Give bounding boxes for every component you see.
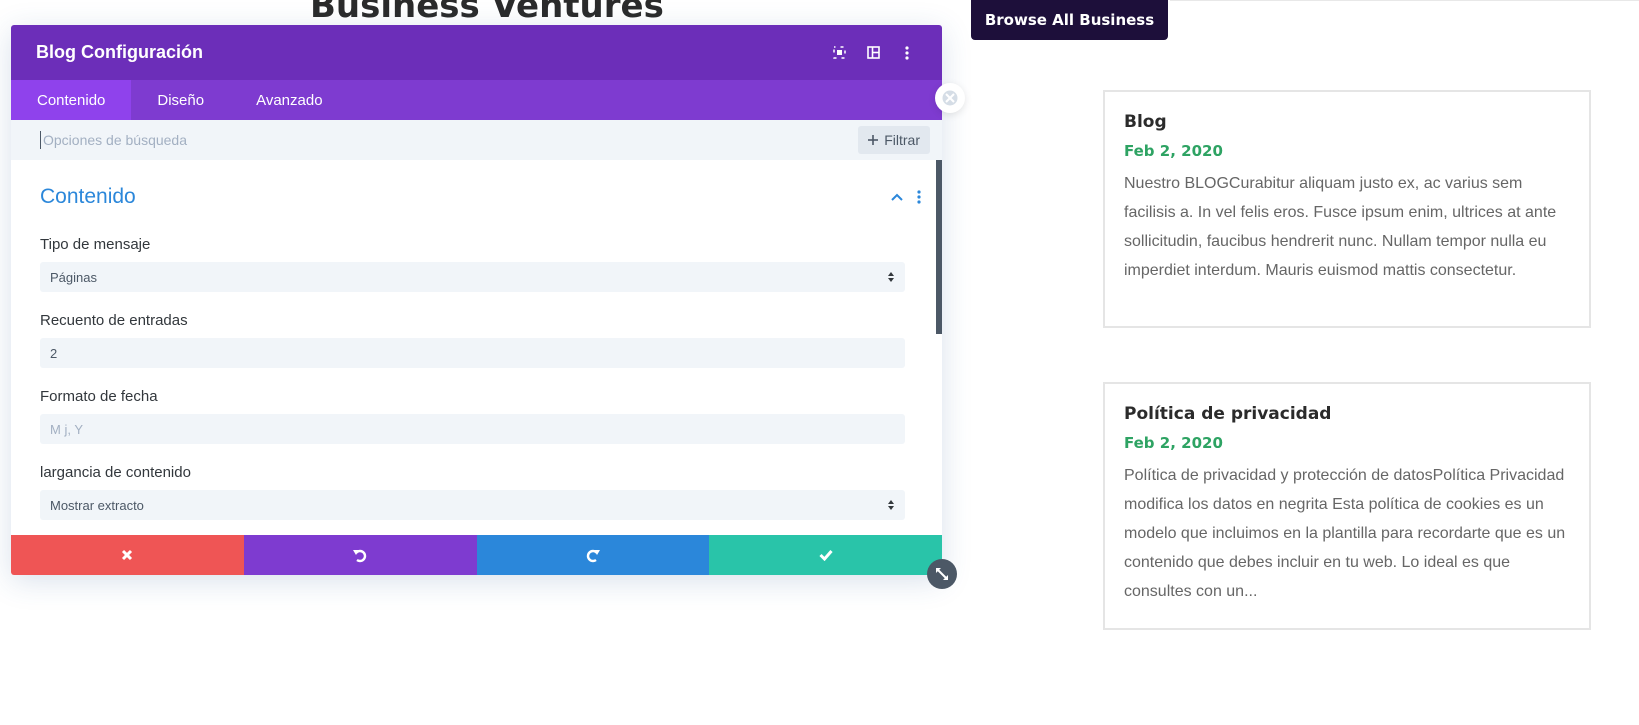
select-value: Páginas	[50, 269, 97, 285]
tab-diseno[interactable]: Diseño	[131, 80, 230, 120]
input-value: 2	[50, 345, 58, 361]
post-card-privacy: Política de privacidad Feb 2, 2020 Polít…	[1103, 382, 1591, 630]
section-header[interactable]: Contenido	[11, 160, 942, 216]
field-label: Recuento de entradas	[40, 312, 188, 329]
move-icon	[942, 90, 958, 106]
top-divider	[1170, 0, 1639, 1]
select-value: Mostrar extracto	[50, 497, 144, 513]
post-title[interactable]: Política de privacidad	[1124, 404, 1571, 424]
tab-avanzado[interactable]: Avanzado	[230, 80, 348, 120]
post-title[interactable]: Blog	[1124, 112, 1571, 132]
close-icon	[122, 549, 133, 561]
split-view-icon[interactable]	[863, 43, 883, 63]
plus-icon	[868, 135, 879, 145]
post-type-select[interactable]: Páginas	[40, 262, 905, 292]
post-date: Feb 2, 2020	[1124, 434, 1223, 452]
drag-handle[interactable]	[935, 83, 965, 113]
settings-content[interactable]: Contenido Tipo de mensaje Páginas Recuen…	[11, 160, 942, 532]
more-vertical-icon[interactable]	[897, 43, 917, 63]
redo-icon	[586, 549, 600, 563]
section-title: Contenido	[40, 185, 136, 208]
select-arrows-icon	[888, 272, 894, 282]
search-bar: Filtrar	[11, 120, 942, 160]
check-icon	[819, 550, 833, 561]
field-label: Formato de fecha	[40, 388, 158, 405]
post-excerpt: Nuestro BLOGCurabitur aliquam justo ex, …	[1124, 175, 1557, 279]
resize-icon	[936, 568, 948, 580]
post-card-blog: Blog Feb 2, 2020 Nuestro BLOGCurabitur a…	[1103, 90, 1591, 328]
modal-footer	[11, 535, 942, 575]
field-formato-de-fecha: Formato de fecha M j, Y	[11, 388, 942, 444]
input-placeholder: M j, Y	[50, 421, 83, 437]
modal-tabs: Contenido Diseño Avanzado	[11, 80, 942, 120]
discard-button[interactable]	[11, 535, 244, 575]
field-label: largancia de contenido	[40, 464, 191, 481]
date-format-input[interactable]: M j, Y	[40, 414, 905, 444]
select-arrows-icon	[888, 500, 894, 510]
page-heading: Business Ventures	[310, 0, 664, 26]
resize-handle[interactable]	[927, 559, 957, 589]
blog-settings-modal: Blog Configuración Contenido Diseño Avan…	[11, 25, 942, 575]
browse-all-business-button[interactable]: Browse All Business	[971, 0, 1168, 40]
search-input[interactable]	[40, 131, 859, 149]
field-label: Tipo de mensaje	[40, 236, 151, 253]
chevron-up-icon[interactable]	[891, 193, 903, 201]
post-excerpt: Política de privacidad y protección de d…	[1124, 467, 1566, 600]
filter-label: Filtrar	[884, 132, 920, 148]
fullscreen-icon[interactable]	[829, 43, 849, 63]
scrollbar[interactable]	[936, 160, 942, 334]
post-date: Feb 2, 2020	[1124, 142, 1223, 160]
redo-button[interactable]	[476, 535, 710, 575]
undo-button[interactable]	[243, 535, 477, 575]
save-button[interactable]	[709, 535, 942, 575]
filter-button[interactable]: Filtrar	[858, 126, 930, 154]
modal-header[interactable]: Blog Configuración	[11, 25, 942, 80]
undo-icon	[353, 549, 367, 563]
field-recuento-de-entradas: Recuento de entradas 2	[11, 312, 942, 368]
more-vertical-icon[interactable]	[917, 190, 921, 204]
field-largancia-de-contenido: largancia de contenido Mostrar extracto	[11, 464, 942, 520]
field-tipo-de-mensaje: Tipo de mensaje Páginas	[11, 236, 942, 292]
modal-title: Blog Configuración	[36, 42, 203, 62]
tab-contenido[interactable]: Contenido	[11, 80, 132, 120]
content-length-select[interactable]: Mostrar extracto	[40, 490, 905, 520]
post-count-input[interactable]: 2	[40, 338, 905, 368]
